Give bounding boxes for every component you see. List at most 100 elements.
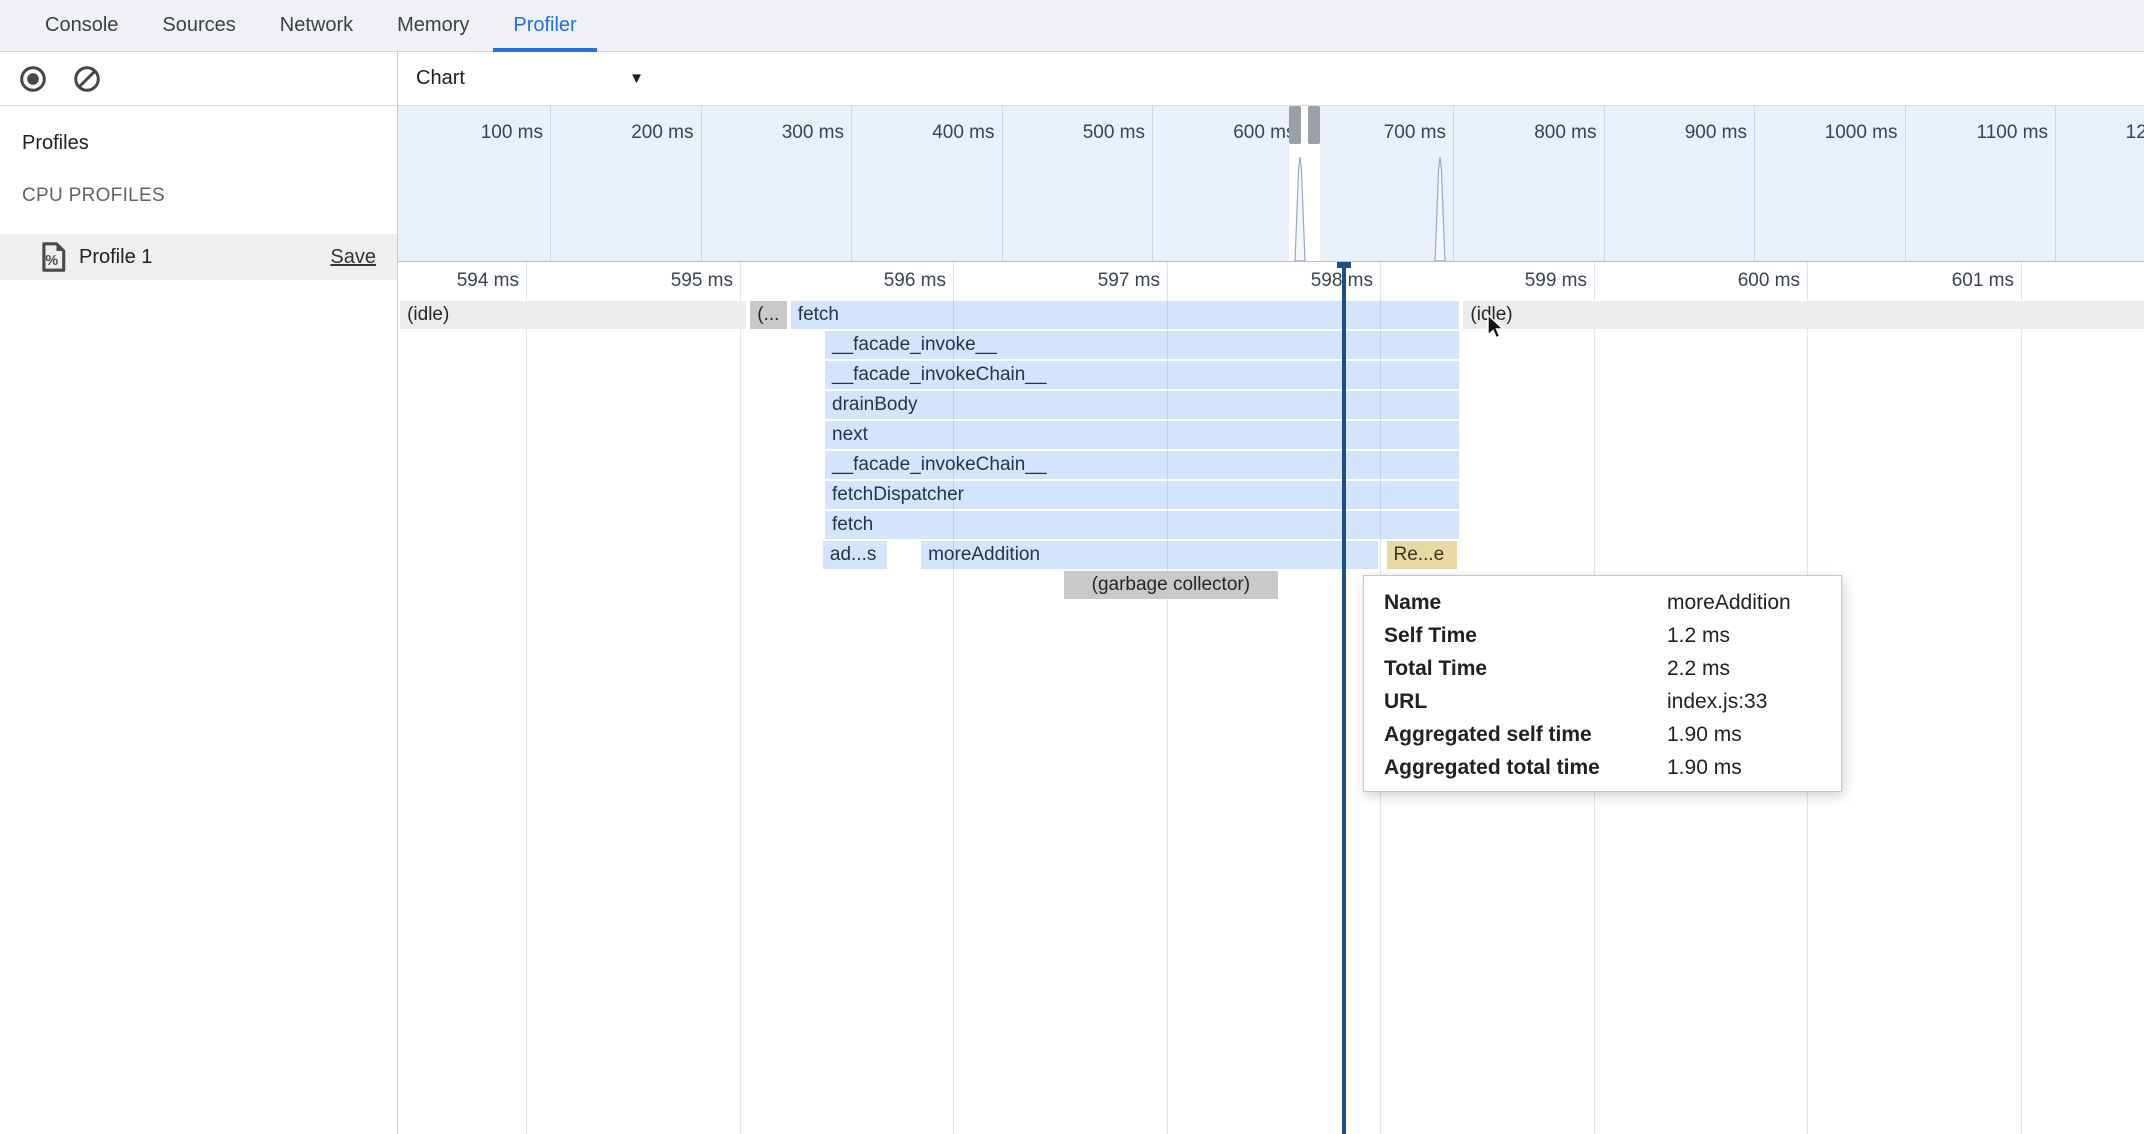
flame-row-1: (idle)(...fetch(idle) bbox=[398, 301, 2144, 331]
detail-tick-598: 598 ms bbox=[398, 270, 1373, 292]
flame-row-3: __facade_invokeChain__ bbox=[398, 361, 2144, 391]
tooltip-label: Total Time bbox=[1384, 657, 1667, 681]
view-mode-value: Chart bbox=[416, 67, 465, 90]
profiles-sidebar: Profiles CPU PROFILES % Profile 1 Save bbox=[0, 52, 398, 1134]
overview-tick-800: 800 ms bbox=[1454, 106, 1605, 261]
save-profile-link[interactable]: Save bbox=[330, 246, 376, 269]
tooltip-value: index.js:33 bbox=[1667, 690, 1821, 714]
overview-tick-700: 700 ms bbox=[1304, 106, 1455, 261]
flame-bar[interactable]: (garbage collector) bbox=[1064, 571, 1278, 599]
timeline-overview[interactable]: 100 ms200 ms300 ms400 ms500 ms600 ms700 … bbox=[398, 106, 2144, 262]
flame-row-2: __facade_invoke__ bbox=[398, 331, 2144, 361]
flame-row-9: ad...s moreAddition Re...e bbox=[398, 541, 2144, 571]
cpu-activity-spike bbox=[1293, 157, 1307, 261]
flame-bar[interactable]: next bbox=[825, 421, 1459, 449]
profiler-toolbar bbox=[0, 52, 397, 106]
flame-bar[interactable]: ad...s bbox=[823, 541, 887, 569]
tooltip-row: Total Time2.2 ms bbox=[1384, 652, 1821, 685]
record-button[interactable] bbox=[17, 63, 49, 95]
overview-tick-300: 300 ms bbox=[702, 106, 853, 261]
cpu-activity-spike bbox=[1433, 157, 1447, 261]
detail-tick-599: 599 ms bbox=[398, 270, 1587, 292]
tooltip-label: Self Time bbox=[1384, 624, 1667, 648]
tab-profiler[interactable]: Profiler bbox=[491, 0, 598, 51]
tooltip-label: URL bbox=[1384, 690, 1667, 714]
flame-bar[interactable]: fetch bbox=[791, 301, 1459, 329]
flame-bar[interactable]: __facade_invoke__ bbox=[825, 331, 1459, 359]
tooltip-row: URLindex.js:33 bbox=[1384, 685, 1821, 718]
flame-bar[interactable]: moreAddition bbox=[921, 541, 1378, 569]
overview-tick-400: 400 ms bbox=[852, 106, 1003, 261]
tooltip-value: 1.2 ms bbox=[1667, 624, 1821, 648]
overview-tick-1200: 1200 ms bbox=[2056, 106, 2144, 261]
tooltip-value: moreAddition bbox=[1667, 591, 1821, 615]
overview-ruler: 100 ms200 ms300 ms400 ms500 ms600 ms700 … bbox=[398, 106, 2144, 261]
flame-bar[interactable]: __facade_invokeChain__ bbox=[825, 451, 1459, 479]
profiles-heading: Profiles bbox=[22, 132, 397, 155]
detail-tick-597: 597 ms bbox=[398, 270, 1160, 292]
overview-tick-500: 500 ms bbox=[1003, 106, 1154, 261]
selection-handle-left[interactable] bbox=[1289, 106, 1301, 144]
flame-row-7: fetchDispatcher bbox=[398, 481, 2144, 511]
profile-name: Profile 1 bbox=[79, 246, 152, 269]
detail-tick-602: 602 ms bbox=[398, 270, 2144, 292]
flame-bar[interactable]: (idle) bbox=[1463, 301, 2144, 329]
overview-tick-1100: 1100 ms bbox=[1906, 106, 2057, 261]
flame-rows: (idle)(...fetch(idle)__facade_invoke____… bbox=[398, 301, 2144, 601]
detail-tick-596: 596 ms bbox=[398, 270, 946, 292]
svg-text:%: % bbox=[45, 253, 58, 269]
flame-bar[interactable]: (... bbox=[750, 301, 786, 329]
tab-memory[interactable]: Memory bbox=[375, 0, 491, 51]
detail-tick-594: 594 ms bbox=[398, 270, 519, 292]
tooltip-label: Name bbox=[1384, 591, 1667, 615]
flame-bar[interactable]: drainBody bbox=[825, 391, 1459, 419]
content-area: Profiles CPU PROFILES % Profile 1 Save C… bbox=[0, 52, 2144, 1134]
overview-tick-600: 600 ms bbox=[1153, 106, 1304, 261]
flame-row-5: next bbox=[398, 421, 2144, 451]
profile-document-icon: % bbox=[40, 242, 67, 272]
tab-network[interactable]: Network bbox=[258, 0, 375, 51]
tooltip-row: Self Time1.2 ms bbox=[1384, 619, 1821, 652]
flame-bar[interactable]: fetch bbox=[825, 511, 1459, 539]
detail-tick-595: 595 ms bbox=[398, 270, 733, 292]
tooltip-row: Aggregated total time1.90 ms bbox=[1384, 751, 1821, 784]
flame-row-10: (garbage collector) bbox=[398, 571, 2144, 601]
flame-bar[interactable]: Re...e bbox=[1387, 541, 1458, 569]
record-icon bbox=[18, 64, 48, 94]
chevron-down-icon: ▼ bbox=[629, 70, 644, 87]
flame-bar[interactable]: __facade_invokeChain__ bbox=[825, 361, 1459, 389]
tooltip-value: 1.90 ms bbox=[1667, 723, 1821, 747]
devtools-tab-bar: ConsoleSourcesNetworkMemoryProfiler bbox=[0, 0, 2144, 52]
frame-details-tooltip: NamemoreAdditionSelf Time1.2 msTotal Tim… bbox=[1363, 575, 1842, 792]
time-marker-tick bbox=[1337, 262, 1351, 268]
flame-chart[interactable]: 594 ms595 ms596 ms597 ms598 ms599 ms600 … bbox=[398, 262, 2144, 1134]
tooltip-value: 1.90 ms bbox=[1667, 756, 1821, 780]
tooltip-row: NamemoreAddition bbox=[1384, 586, 1821, 619]
cpu-profiles-section-label: CPU PROFILES bbox=[22, 185, 397, 207]
tooltip-value: 2.2 ms bbox=[1667, 657, 1821, 681]
detail-tick-600: 600 ms bbox=[398, 270, 1800, 292]
overview-tick-100: 100 ms bbox=[398, 106, 551, 261]
flame-bar[interactable]: (idle) bbox=[400, 301, 746, 329]
profiler-main-pane: Chart ▼ 100 ms200 ms300 ms400 ms500 ms60… bbox=[398, 52, 2144, 1134]
flame-row-4: drainBody bbox=[398, 391, 2144, 421]
selection-handle-right[interactable] bbox=[1308, 106, 1320, 144]
view-mode-select[interactable]: Chart ▼ bbox=[416, 67, 644, 90]
flame-bar[interactable]: fetchDispatcher bbox=[825, 481, 1459, 509]
tab-sources[interactable]: Sources bbox=[140, 0, 257, 51]
detail-tick-601: 601 ms bbox=[398, 270, 2014, 292]
circle-slash-icon bbox=[72, 64, 102, 94]
clear-profiles-button[interactable] bbox=[71, 63, 103, 95]
tooltip-label: Aggregated total time bbox=[1384, 756, 1667, 780]
overview-tick-200: 200 ms bbox=[551, 106, 702, 261]
tab-console[interactable]: Console bbox=[23, 0, 140, 51]
tooltip-row: Aggregated self time1.90 ms bbox=[1384, 718, 1821, 751]
flame-row-6: __facade_invokeChain__ bbox=[398, 451, 2144, 481]
overview-tick-1000: 1000 ms bbox=[1755, 106, 1906, 261]
profile-list-item[interactable]: % Profile 1 Save bbox=[0, 234, 397, 280]
overview-tick-900: 900 ms bbox=[1605, 106, 1756, 261]
tooltip-label: Aggregated self time bbox=[1384, 723, 1667, 747]
view-toolbar: Chart ▼ bbox=[398, 52, 2144, 106]
flame-row-8: fetch bbox=[398, 511, 2144, 541]
time-marker-line bbox=[1342, 262, 1346, 1134]
